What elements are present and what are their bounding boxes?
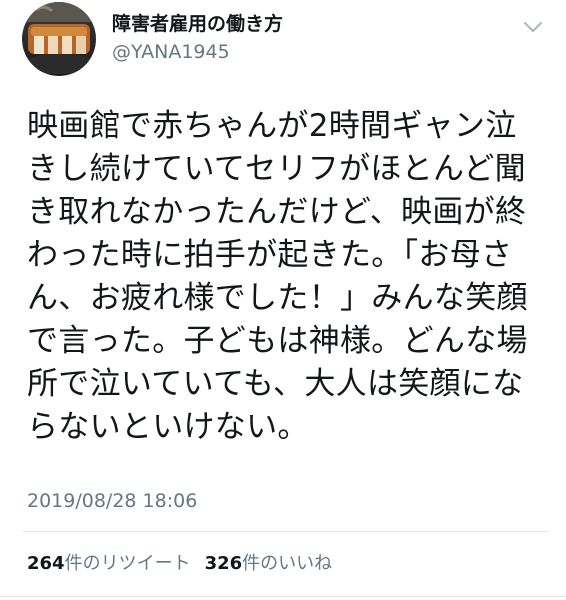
avatar[interactable]	[22, 2, 96, 76]
tweet-detail: 障害者雇用の働き方 @YANA1945 映画館で赤ちゃんが2時間ギャン泣 きし続…	[0, 0, 566, 600]
like-label: 件のいいね	[242, 553, 333, 574]
avatar-image	[22, 2, 96, 76]
tweet-text: 映画館で赤ちゃんが2時間ギャン泣 きし続けていてセリフがほとんど聞 き取れなかっ…	[27, 108, 528, 445]
divider	[0, 596, 566, 597]
tweet-timestamp[interactable]: 2019/08/28 18:06	[27, 489, 197, 513]
tweet-stats: 264 件のリツイート 326 件のいいね	[27, 552, 332, 576]
retweet-label: 件のリツイート	[64, 553, 191, 574]
display-name[interactable]: 障害者雇用の働き方	[112, 12, 283, 36]
user-handle[interactable]: @YANA1945	[112, 40, 230, 64]
likes-stat[interactable]: 326 件のいいね	[205, 552, 333, 576]
chevron-down-icon[interactable]	[522, 18, 544, 36]
divider	[22, 531, 548, 532]
retweets-stat[interactable]: 264 件のリツイート	[27, 552, 191, 576]
retweet-count: 264	[27, 553, 65, 574]
like-count: 326	[204, 553, 243, 574]
